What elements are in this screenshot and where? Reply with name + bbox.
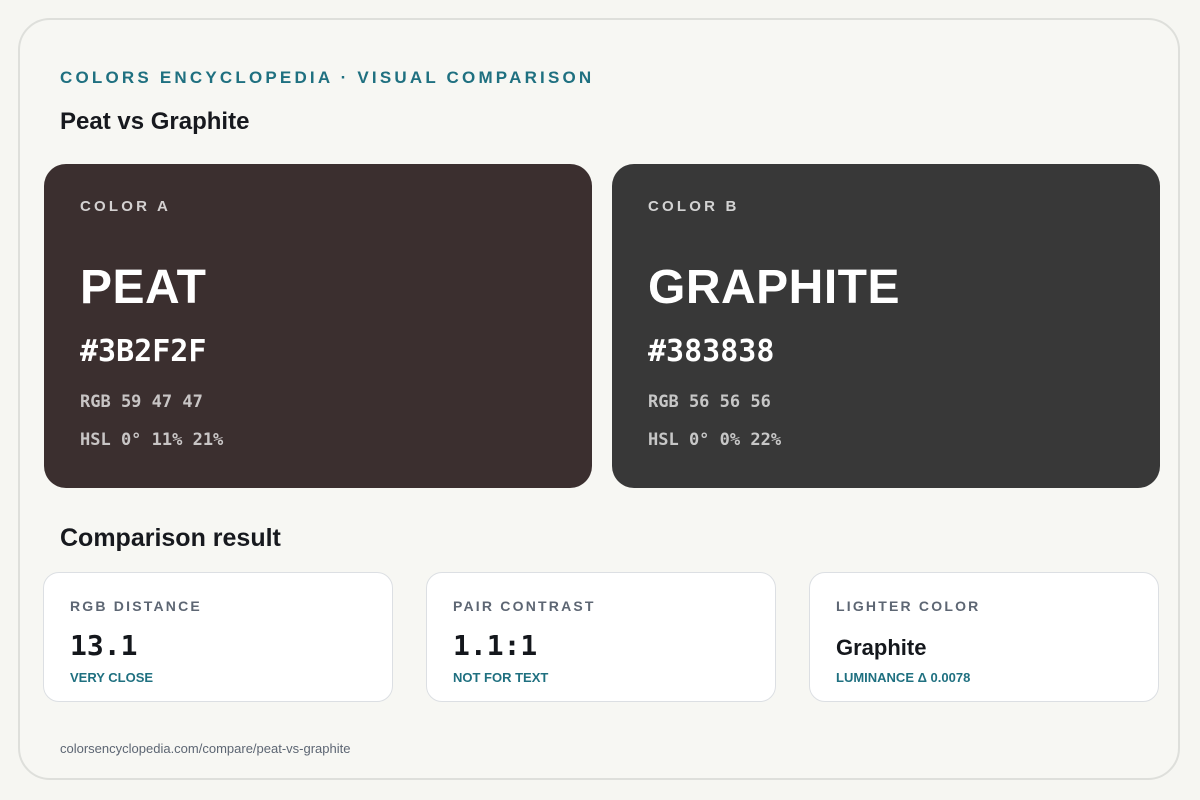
metric-label: RGB DISTANCE	[70, 598, 202, 614]
color-a-swatch: COLOR A PEAT #3B2F2F RGB 59 47 47 HSL 0°…	[44, 164, 592, 488]
color-a-hsl: HSL 0° 11% 21%	[80, 430, 224, 450]
eyebrow-label: COLORS ENCYCLOPEDIA · VISUAL COMPARISON	[60, 68, 595, 87]
metric-value: 1.1:1	[453, 629, 538, 662]
metric-note: VERY CLOSE	[70, 670, 154, 685]
color-b-hsl: HSL 0° 0% 22%	[648, 430, 782, 450]
metric-note: LUMINANCE Δ 0.0078	[836, 670, 971, 685]
color-a-hex: #3B2F2F	[80, 334, 207, 369]
metric-card-rgb-distance: RGB DISTANCE 13.1 VERY CLOSE	[43, 572, 393, 702]
color-a-rgb: RGB 59 47 47	[80, 392, 203, 412]
color-b-label: COLOR B	[648, 198, 740, 215]
source-url[interactable]: colorsencyclopedia.com/compare/peat-vs-g…	[60, 741, 350, 756]
color-a-name: PEAT	[80, 261, 207, 314]
metric-label: PAIR CONTRAST	[453, 598, 596, 614]
metric-card-pair-contrast: PAIR CONTRAST 1.1:1 NOT FOR TEXT	[426, 572, 776, 702]
page-title: Peat vs Graphite	[60, 108, 250, 135]
metric-note: NOT FOR TEXT	[453, 670, 549, 685]
metric-value: 13.1	[70, 629, 138, 662]
metric-label: LIGHTER COLOR	[836, 598, 981, 614]
comparison-result-title: Comparison result	[60, 524, 281, 552]
color-b-name: GRAPHITE	[648, 261, 901, 314]
color-b-hex: #383838	[648, 334, 775, 369]
color-a-label: COLOR A	[80, 198, 172, 215]
comparison-panel: COLORS ENCYCLOPEDIA · VISUAL COMPARISON …	[18, 18, 1180, 780]
color-b-swatch: COLOR B GRAPHITE #383838 RGB 56 56 56 HS…	[612, 164, 1160, 488]
metric-value: Graphite	[836, 635, 927, 660]
metric-card-lighter-color: LIGHTER COLOR Graphite LUMINANCE Δ 0.007…	[809, 572, 1159, 702]
color-b-rgb: RGB 56 56 56	[648, 392, 771, 412]
